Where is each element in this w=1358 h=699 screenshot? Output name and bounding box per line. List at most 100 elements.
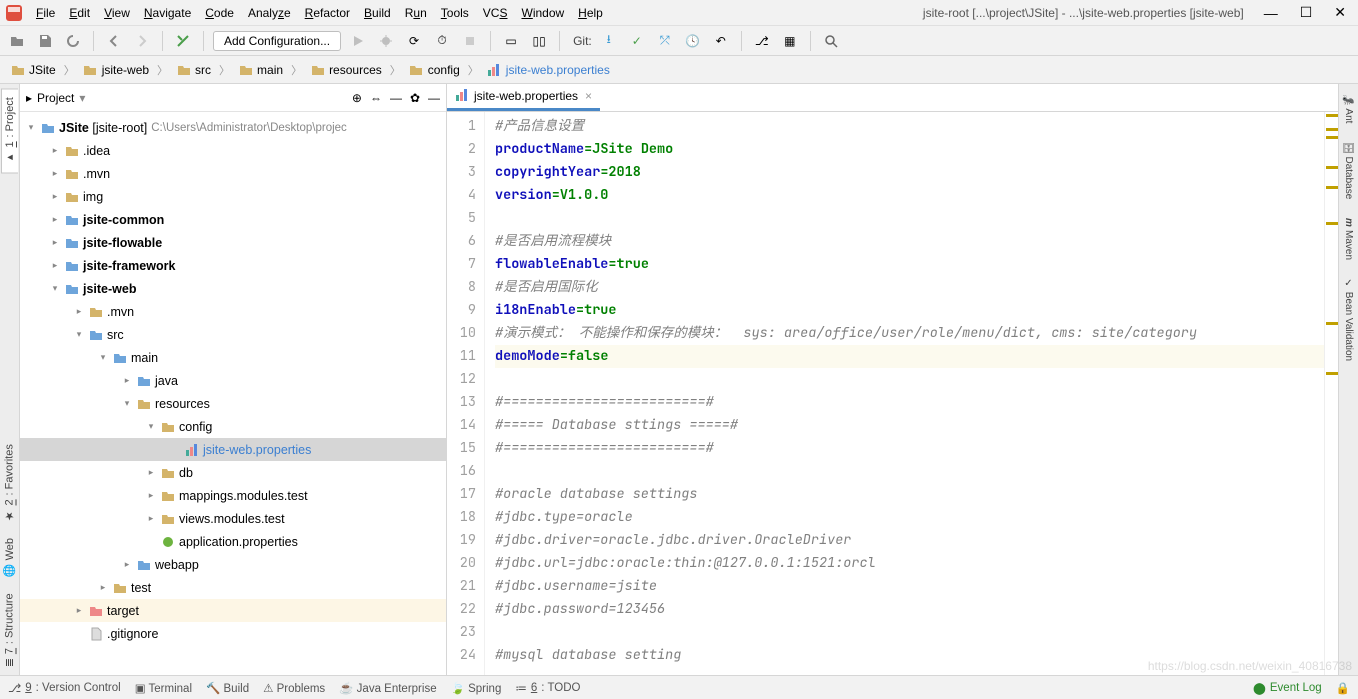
tree-arrow-icon[interactable]: ▸ [122, 375, 132, 386]
tree-arrow-icon[interactable]: ▾ [74, 329, 84, 340]
tree-arrow-icon[interactable]: ▸ [74, 605, 84, 616]
maximize-button[interactable]: ☐ [1300, 4, 1313, 21]
run-config-selector[interactable]: Add Configuration... [213, 31, 341, 51]
event-log[interactable]: ⬤ Event Log [1253, 681, 1322, 695]
tree-arrow-icon[interactable]: ▾ [122, 398, 132, 409]
tree-arrow-icon[interactable]: ▸ [50, 191, 60, 202]
tree-node[interactable]: application.properties [20, 530, 446, 553]
close-tab-icon[interactable]: × [585, 89, 592, 103]
status-build[interactable]: 🔨 Build [206, 681, 249, 695]
menu-view[interactable]: View [104, 6, 130, 20]
tree-arrow-icon[interactable]: ▸ [50, 168, 60, 179]
status-terminal[interactable]: ▣ Terminal [135, 681, 192, 695]
debug-icon[interactable] [375, 30, 397, 52]
git-branch-icon[interactable]: ⎇ [751, 30, 773, 52]
tree-node[interactable]: ▸img [20, 185, 446, 208]
tree-node[interactable]: ▸.mvn [20, 300, 446, 323]
git-history-icon[interactable]: 🕓 [682, 30, 704, 52]
tree-node[interactable]: ▸.idea [20, 139, 446, 162]
git-revert-icon[interactable]: ↶ [710, 30, 732, 52]
status-todo[interactable]: ≔ 6: TODO [515, 681, 580, 695]
forward-icon[interactable] [131, 30, 153, 52]
status-lock-icon[interactable]: 🔒 [1336, 681, 1350, 695]
tree-node[interactable]: ▸jsite-flowable [20, 231, 446, 254]
tree-node[interactable]: jsite-web.properties [20, 438, 446, 461]
breadcrumb-item[interactable]: jsite-web [79, 60, 153, 79]
breadcrumb-item[interactable]: src [172, 60, 215, 79]
breadcrumb-item[interactable]: jsite-web.properties [483, 60, 614, 79]
menu-navigate[interactable]: Navigate [144, 6, 191, 20]
sync-icon[interactable] [62, 30, 84, 52]
project-structure-icon[interactable]: ▦ [779, 30, 801, 52]
minimize-button[interactable]: — [1264, 5, 1278, 21]
stop-icon[interactable] [459, 30, 481, 52]
rail-bean-validation[interactable]: ✓ Bean Validation [1341, 274, 1356, 365]
rail-project[interactable]: ▸1: Project [1, 88, 18, 173]
search-icon[interactable] [820, 30, 842, 52]
editor-tabs-icon[interactable]: ▯▯ [528, 30, 550, 52]
rail-favorites[interactable]: ★ 2: Favorites [1, 436, 18, 530]
build-icon[interactable] [172, 30, 194, 52]
menu-edit[interactable]: Edit [69, 6, 90, 20]
breadcrumb-item[interactable]: JSite [6, 60, 60, 79]
tree-arrow-icon[interactable]: ▾ [98, 352, 108, 363]
tree-arrow-icon[interactable]: ▾ [50, 283, 60, 294]
tree-arrow-icon[interactable]: ▸ [146, 490, 156, 501]
rail-ant[interactable]: 🐜 Ant [1341, 90, 1356, 127]
select-opened-icon[interactable]: ⊕ [352, 91, 362, 105]
save-icon[interactable] [34, 30, 56, 52]
breadcrumb-item[interactable]: resources [306, 60, 386, 79]
tree-node[interactable]: ▾jsite-web [20, 277, 446, 300]
tree-node[interactable]: ▸test [20, 576, 446, 599]
menu-file[interactable]: File [36, 6, 55, 20]
tree-arrow-icon[interactable]: ▸ [50, 145, 60, 156]
expand-all-icon[interactable]: ⇔ [370, 91, 382, 105]
status-spring[interactable]: 🍃 Spring [451, 681, 502, 695]
tree-node[interactable]: ▸mappings.modules.test [20, 484, 446, 507]
tree-node[interactable]: ▸jsite-common [20, 208, 446, 231]
rail-maven[interactable]: m Maven [1341, 214, 1356, 264]
menu-vcs[interactable]: VCS [483, 6, 508, 20]
tree-node[interactable]: ▸webapp [20, 553, 446, 576]
tree-arrow-icon[interactable]: ▸ [122, 559, 132, 570]
tree-arrow-icon[interactable]: ▸ [74, 306, 84, 317]
back-icon[interactable] [103, 30, 125, 52]
menu-refactor[interactable]: Refactor [305, 6, 350, 20]
tree-arrow-icon[interactable]: ▸ [146, 513, 156, 524]
tree-node[interactable]: .gitignore [20, 622, 446, 645]
hide-icon[interactable]: — [428, 91, 440, 105]
tree-node[interactable]: ▸target [20, 599, 446, 622]
tree-node[interactable]: ▾config [20, 415, 446, 438]
profile-icon[interactable]: ⏱ [431, 30, 453, 52]
coverage-icon[interactable]: ⟳ [403, 30, 425, 52]
menu-tools[interactable]: Tools [441, 6, 469, 20]
menu-build[interactable]: Build [364, 6, 391, 20]
menu-window[interactable]: Window [521, 6, 564, 20]
tree-node[interactable]: ▸jsite-framework [20, 254, 446, 277]
git-commit-icon[interactable]: ✓ [626, 30, 648, 52]
gear-icon[interactable]: ✿ [410, 91, 420, 105]
run-icon[interactable] [347, 30, 369, 52]
tree-node[interactable]: ▸.mvn [20, 162, 446, 185]
status-problems[interactable]: ⚠ Problems [263, 681, 325, 695]
rail-web[interactable]: 🌐 Web [1, 530, 18, 585]
tab-jsite-web-properties[interactable]: jsite-web.properties × [447, 84, 600, 111]
tree-root[interactable]: ▾JSite [jsite-root] C:\Users\Administrat… [20, 116, 446, 139]
close-button[interactable]: ✕ [1334, 4, 1346, 21]
collapse-all-icon[interactable]: — [390, 91, 402, 105]
tree-arrow-icon[interactable]: ▾ [146, 421, 156, 432]
dropdown-icon[interactable]: ▾ [79, 91, 85, 105]
breadcrumb-item[interactable]: main [234, 60, 287, 79]
tree-arrow-icon[interactable]: ▸ [50, 260, 60, 271]
git-update-icon[interactable]: ⭳ [598, 30, 620, 52]
status-vcs[interactable]: ⎇ 9: Version Control [8, 681, 121, 695]
status-java-ee[interactable]: ☕ Java Enterprise [339, 681, 436, 695]
tree-node[interactable]: ▸views.modules.test [20, 507, 446, 530]
menu-code[interactable]: Code [205, 6, 234, 20]
menu-help[interactable]: Help [578, 6, 603, 20]
rail-database[interactable]: 🗄 Database [1341, 137, 1356, 203]
menu-run[interactable]: Run [405, 6, 427, 20]
tree-node[interactable]: ▾resources [20, 392, 446, 415]
tree-arrow-icon[interactable]: ▸ [98, 582, 108, 593]
tree-node[interactable]: ▾src [20, 323, 446, 346]
